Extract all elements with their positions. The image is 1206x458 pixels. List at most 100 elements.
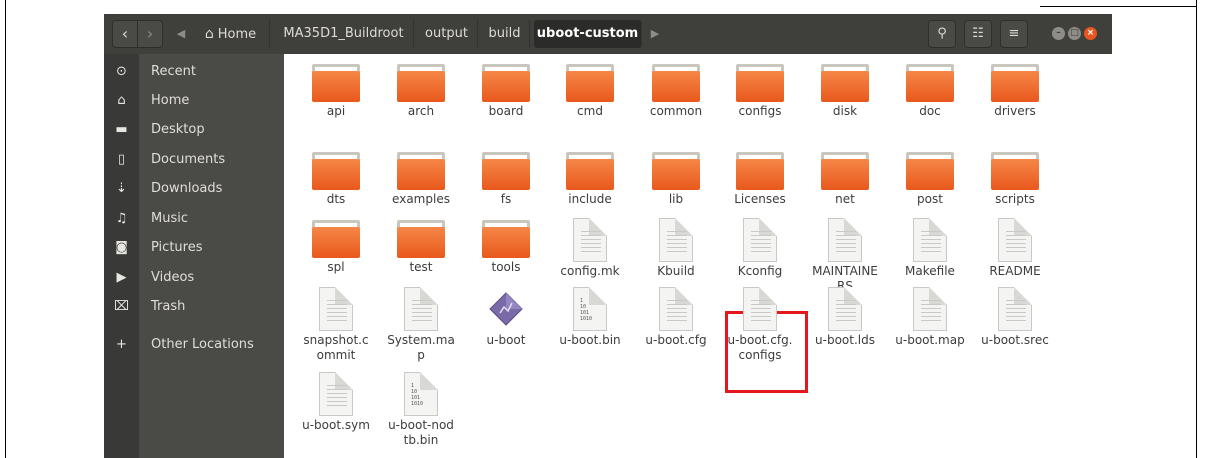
forward-button[interactable]: › xyxy=(137,20,163,48)
folder-item[interactable]: include xyxy=(548,150,632,207)
file-label: arch xyxy=(407,104,435,118)
file-item[interactable]: u-boot.lds xyxy=(803,287,887,348)
file-item[interactable]: Kbuild xyxy=(634,218,718,279)
file-label: test xyxy=(409,260,433,274)
folder-item[interactable]: common xyxy=(634,62,718,119)
breadcrumb-uboot-custom[interactable]: uboot-custom xyxy=(534,20,642,48)
recent-icon: ⊙ xyxy=(116,64,127,79)
folder-item[interactable]: test xyxy=(379,218,463,275)
folder-item[interactable]: arch xyxy=(379,62,463,119)
sidebar-item-other-locations[interactable]: + Other Locations xyxy=(104,330,284,359)
folder-icon xyxy=(821,150,869,190)
text-file-icon xyxy=(319,372,353,416)
folder-item[interactable]: tools xyxy=(464,218,548,275)
folder-item[interactable]: disk xyxy=(803,62,887,119)
folder-icon xyxy=(821,62,869,102)
folder-icon xyxy=(397,62,445,102)
folder-icon xyxy=(312,150,360,190)
sidebar-item-trash[interactable]: ⌧ Trash xyxy=(104,292,284,321)
folder-item[interactable]: fs xyxy=(464,150,548,207)
file-item[interactable]: 1 10 101 1010 u-boot-nodtb.bin xyxy=(379,372,463,448)
sidebar-item-desktop[interactable]: ▬ Desktop xyxy=(104,115,284,144)
file-item[interactable]: MAINTAINERS xyxy=(803,218,887,294)
file-item[interactable]: u-boot.srec xyxy=(973,287,1057,348)
breadcrumb-output[interactable]: output xyxy=(416,20,478,48)
folder-item[interactable]: dts xyxy=(294,150,378,207)
file-item[interactable]: u-boot.map xyxy=(888,287,972,348)
sidebar-item-recent[interactable]: ⊙ Recent xyxy=(104,57,284,86)
file-item[interactable]: System.map xyxy=(379,287,463,363)
file-item[interactable]: snapshot.commit xyxy=(294,287,378,363)
folder-icon xyxy=(566,150,614,190)
folder-icon xyxy=(736,62,784,102)
sidebar-item-documents[interactable]: ▯ Documents xyxy=(104,145,284,174)
breadcrumb-build[interactable]: build xyxy=(480,20,530,48)
folder-item[interactable]: cmd xyxy=(548,62,632,119)
file-label: u-boot-nodtb.bin xyxy=(388,418,454,447)
file-label: dts xyxy=(326,192,346,206)
file-item[interactable]: README xyxy=(973,218,1057,279)
breadcrumb-scroll-right-icon[interactable]: ▶ xyxy=(648,20,662,48)
breadcrumb-home[interactable]: ⌂ Home xyxy=(192,20,270,48)
file-item[interactable]: u-boot.cfg.configs xyxy=(718,287,802,363)
text-file-icon xyxy=(828,287,862,331)
file-item[interactable]: Kconfig xyxy=(718,218,802,279)
close-button[interactable]: × xyxy=(1084,27,1097,40)
file-item[interactable]: u-boot xyxy=(464,287,548,348)
menu-button[interactable]: ≡ xyxy=(1000,20,1028,48)
file-label: u-boot.sym xyxy=(302,418,370,432)
sidebar-item-music[interactable]: ♫ Music xyxy=(104,204,284,233)
sidebar-item-home[interactable]: ⌂ Home xyxy=(104,86,284,115)
folder-icon xyxy=(397,218,445,258)
search-icon: ⚲ xyxy=(937,26,947,41)
file-label: u-boot xyxy=(486,333,526,347)
folder-item[interactable]: doc xyxy=(888,62,972,119)
sidebar-item-label: Other Locations xyxy=(151,337,254,352)
folder-item[interactable]: drivers xyxy=(973,62,1057,119)
folder-item[interactable]: post xyxy=(888,150,972,207)
folder-item[interactable]: configs xyxy=(718,62,802,119)
sidebar-item-downloads[interactable]: ⇣ Downloads xyxy=(104,174,284,203)
text-file-icon xyxy=(573,218,607,262)
folder-icon xyxy=(906,62,954,102)
folder-item[interactable]: spl xyxy=(294,218,378,275)
folder-item[interactable]: board xyxy=(464,62,548,119)
sidebar-item-label: Videos xyxy=(151,270,195,285)
file-label: u-boot.bin xyxy=(559,333,621,347)
folder-item[interactable]: net xyxy=(803,150,887,207)
text-file-icon xyxy=(743,287,777,331)
sidebar-item-videos[interactable]: ▶ Videos xyxy=(104,263,284,292)
file-label: examples xyxy=(392,192,450,206)
folder-item[interactable]: Licenses xyxy=(718,150,802,207)
file-label: api xyxy=(326,104,346,118)
file-label: disk xyxy=(832,104,858,118)
file-label: doc xyxy=(919,104,941,118)
file-item[interactable]: Makefile xyxy=(888,218,972,279)
folder-item[interactable]: api xyxy=(294,62,378,119)
file-label: u-boot.lds xyxy=(815,333,875,347)
search-button[interactable]: ⚲ xyxy=(928,20,956,48)
sidebar-item-label: Downloads xyxy=(151,181,223,196)
sidebar-item-pictures[interactable]: ◙ Pictures xyxy=(104,233,284,262)
file-item[interactable]: u-boot.sym xyxy=(294,372,378,433)
text-file-icon xyxy=(743,218,777,262)
breadcrumb-ma35d1-buildroot[interactable]: MA35D1_Buildroot xyxy=(274,20,414,48)
documents-icon: ▯ xyxy=(117,152,126,167)
maximize-button[interactable]: □ xyxy=(1068,27,1081,40)
folder-item[interactable]: scripts xyxy=(973,150,1057,207)
back-button[interactable]: ‹ xyxy=(112,20,138,48)
minimize-button[interactable]: – xyxy=(1052,27,1065,40)
folder-icon xyxy=(652,62,700,102)
folder-item[interactable]: lib xyxy=(634,150,718,207)
file-item[interactable]: config.mk xyxy=(548,218,632,279)
breadcrumb-scroll-left-icon[interactable]: ◀ xyxy=(174,20,188,48)
folder-icon xyxy=(397,150,445,190)
folder-icon xyxy=(991,150,1039,190)
view-toggle-button[interactable]: ☷ xyxy=(964,20,992,48)
text-file-icon xyxy=(998,287,1032,331)
file-item[interactable]: u-boot.cfg xyxy=(634,287,718,348)
text-file-icon xyxy=(913,287,947,331)
folder-item[interactable]: examples xyxy=(379,150,463,207)
file-item[interactable]: 1 10 101 1010 u-boot.bin xyxy=(548,287,632,348)
desktop-icon: ▬ xyxy=(115,122,128,137)
